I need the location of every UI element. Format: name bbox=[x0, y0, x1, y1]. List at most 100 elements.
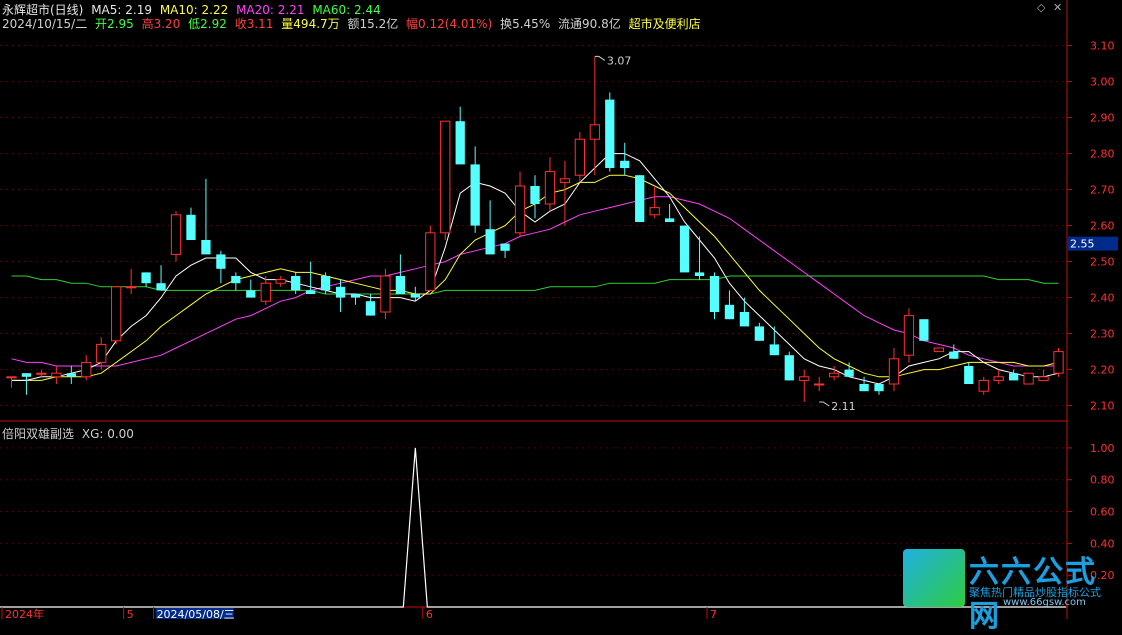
grid-layer bbox=[0, 0, 1068, 619]
candle-body bbox=[664, 218, 675, 222]
candle bbox=[589, 56, 600, 176]
logo-url: www.66gsw.com bbox=[1003, 597, 1086, 608]
axis-tick-label: 2.30 bbox=[1090, 328, 1115, 341]
candle-body bbox=[754, 326, 765, 341]
candle-body bbox=[365, 301, 376, 316]
candle-body bbox=[694, 272, 705, 276]
candle bbox=[170, 211, 182, 262]
candle bbox=[51, 366, 62, 384]
ma60-line bbox=[11, 275, 1059, 295]
axis-tick-label: 2.40 bbox=[1090, 292, 1115, 305]
candle-body bbox=[799, 376, 810, 381]
volume-label: 量494.7万 bbox=[281, 17, 340, 31]
candle-body bbox=[919, 319, 929, 341]
date-axis: 2024年 5 2024/05/08/三 6 7 bbox=[1, 607, 717, 619]
candle-body bbox=[425, 232, 436, 291]
current-price-label: 2.55 bbox=[1070, 238, 1095, 251]
candle-body bbox=[514, 185, 526, 234]
candle bbox=[635, 175, 645, 222]
candle bbox=[829, 366, 840, 381]
candle bbox=[141, 272, 151, 287]
axis-tick-label: 0.60 bbox=[1090, 506, 1115, 519]
candle bbox=[186, 207, 196, 240]
candle bbox=[1009, 369, 1019, 381]
candle-body bbox=[574, 138, 586, 176]
turnover-label: 换5.45% bbox=[500, 17, 551, 31]
date-label: 5 bbox=[127, 608, 134, 619]
candle bbox=[978, 376, 989, 395]
axis-tick-label: 3.00 bbox=[1090, 76, 1115, 89]
diamond-icon[interactable]: ◇ bbox=[1037, 2, 1047, 13]
candle-body bbox=[933, 347, 944, 353]
candle-body bbox=[949, 351, 959, 359]
candle-body bbox=[649, 207, 660, 216]
candle-body bbox=[126, 286, 137, 289]
axis-tick-label: 2.70 bbox=[1090, 184, 1115, 197]
indicator-header: 倍阳双雄副选 XG: 0.00 bbox=[2, 425, 138, 442]
axis-tick-label: 2.50 bbox=[1090, 256, 1115, 269]
candle bbox=[964, 362, 974, 384]
logo-icon bbox=[903, 549, 965, 607]
candle-body bbox=[724, 304, 735, 320]
candle-body bbox=[814, 383, 825, 386]
price-annotation: 3.07 bbox=[594, 54, 631, 67]
candle-body bbox=[291, 276, 301, 291]
candle-body bbox=[260, 282, 271, 302]
candle bbox=[679, 225, 690, 273]
axis-tick-label: 2.90 bbox=[1090, 112, 1115, 125]
candle-body bbox=[246, 290, 256, 298]
watermark-logo: 六六公式网 聚焦热门精品炒股指标公式 www.66gsw.com bbox=[903, 549, 1118, 634]
candle-body bbox=[141, 272, 151, 284]
axis-tick-label: 1.00 bbox=[1090, 442, 1115, 455]
low-label: 低2.92 bbox=[188, 17, 227, 31]
candle-body bbox=[559, 178, 571, 183]
candle bbox=[605, 92, 615, 172]
price-annotation: 2.11 bbox=[819, 400, 856, 413]
candle-body bbox=[320, 276, 331, 291]
candle-body bbox=[544, 171, 556, 205]
candle-body bbox=[81, 361, 92, 378]
date-label: 6 bbox=[426, 608, 433, 619]
candle-body bbox=[888, 358, 900, 385]
candle bbox=[739, 297, 750, 327]
candle-body bbox=[111, 286, 122, 342]
candle-body bbox=[500, 243, 510, 251]
candle-body bbox=[440, 120, 451, 234]
candlesticks[interactable]: 3.07 2.11 bbox=[6, 54, 1064, 413]
candle-body bbox=[305, 290, 316, 294]
candle bbox=[201, 178, 211, 255]
candle bbox=[485, 200, 495, 255]
candle bbox=[66, 366, 76, 384]
axis-tick-label: 2.10 bbox=[1090, 400, 1115, 413]
candle bbox=[21, 373, 32, 395]
candle bbox=[724, 290, 735, 320]
candle bbox=[544, 157, 556, 212]
candle-body bbox=[709, 276, 720, 312]
candle bbox=[754, 322, 765, 341]
candle-body bbox=[589, 124, 600, 140]
candle bbox=[36, 369, 47, 377]
candle-body bbox=[410, 294, 420, 298]
close-icon[interactable]: ✕ bbox=[1053, 2, 1063, 13]
candle bbox=[859, 376, 869, 392]
candle-body bbox=[874, 384, 884, 392]
candle bbox=[500, 243, 510, 258]
candle bbox=[993, 369, 1004, 384]
price-axis: 3.10 3.00 2.90 2.80 2.70 2.60 2.50 2.40 2.30 2.20… bbox=[1067, 40, 1118, 582]
candle bbox=[919, 319, 929, 341]
candle-body bbox=[201, 240, 211, 255]
candle bbox=[275, 276, 286, 287]
axis-tick-label: 2.60 bbox=[1090, 220, 1115, 233]
chart-stage: 3.07 2.11 3.10 3.00 2.90 2.80 2.70 2.60 2.50 2.4… bbox=[0, 0, 1118, 619]
candle-body bbox=[66, 373, 76, 377]
candle bbox=[395, 254, 406, 294]
candle bbox=[903, 308, 915, 363]
candle-body bbox=[978, 379, 989, 392]
annotation-pointer bbox=[819, 401, 830, 407]
candle bbox=[440, 120, 451, 240]
candle-body bbox=[470, 164, 480, 226]
axis-tick-label: 2.80 bbox=[1090, 148, 1115, 161]
date-label: 2024/05/08/三 bbox=[157, 608, 235, 619]
candle-body bbox=[1023, 372, 1034, 385]
candle bbox=[260, 276, 271, 305]
